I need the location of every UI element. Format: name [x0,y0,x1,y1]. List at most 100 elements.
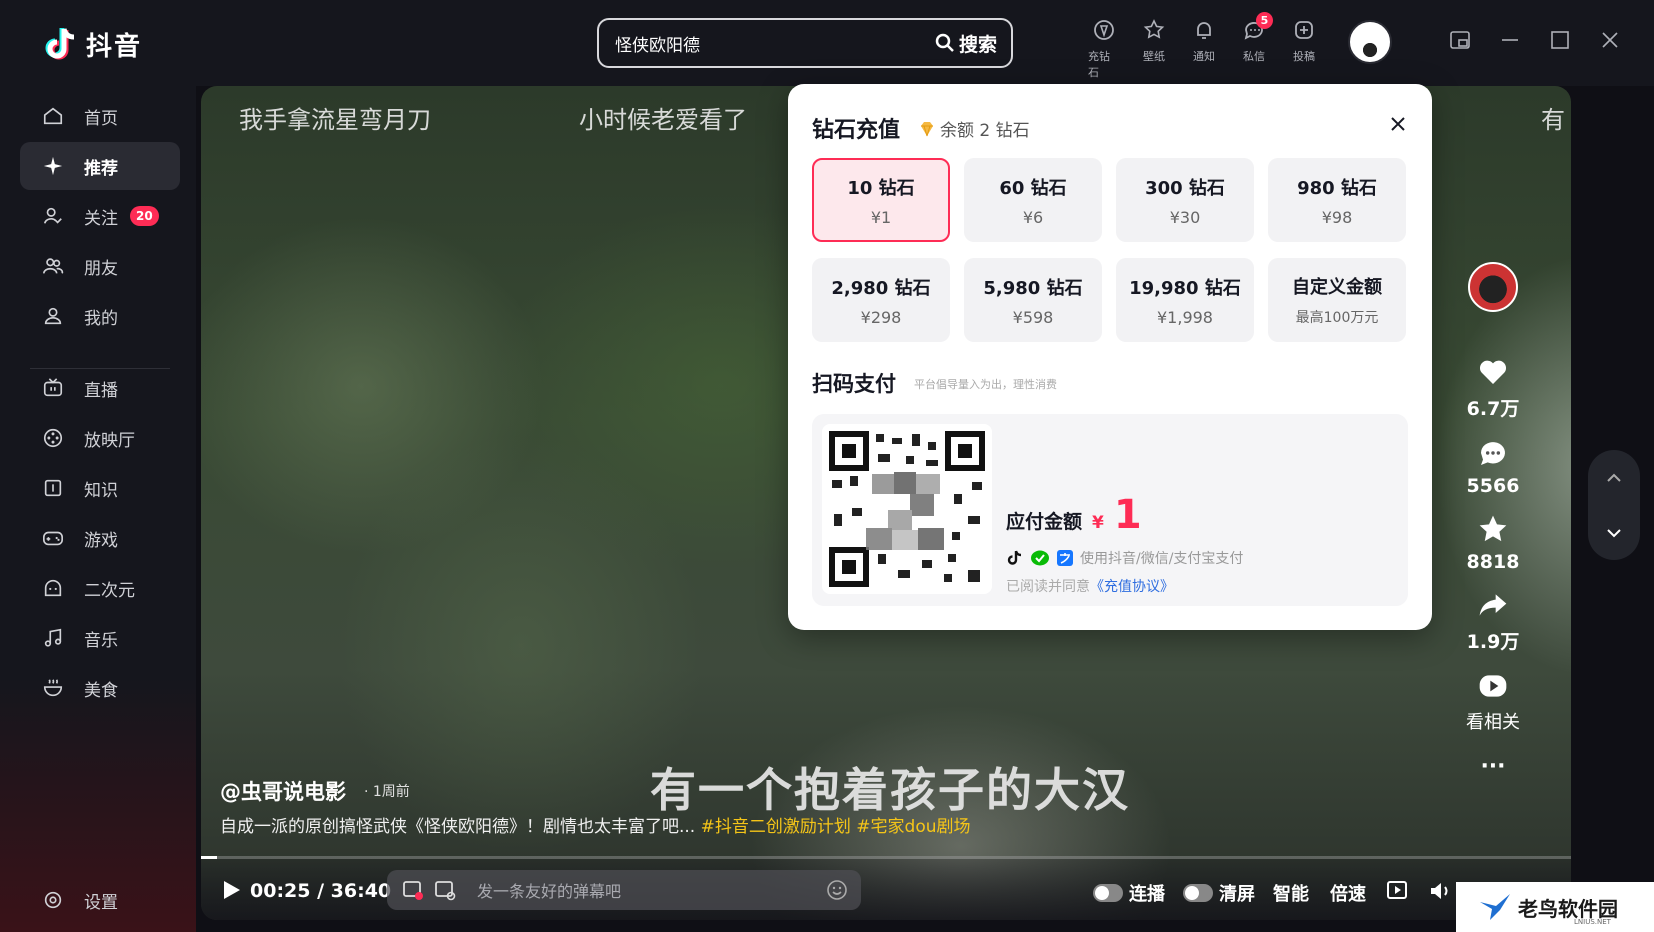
sidebar-item-label: 我的 [84,308,118,329]
autoplay-toggle[interactable]: 连播 [1093,880,1165,906]
mini-mode-icon[interactable] [1448,28,1472,52]
package-price: ¥98 [1321,207,1353,227]
close-window-icon[interactable] [1598,28,1622,52]
speed-button[interactable]: 倍速 [1330,880,1366,906]
wallpaper-button[interactable]: 壁纸 [1138,18,1170,80]
notification-button[interactable]: 通知 [1188,18,1220,80]
sidebar-item-music[interactable]: 音乐 [20,614,180,662]
balance: 余额 2 钻石 [918,116,1030,141]
friends-icon [43,258,64,274]
maximize-icon[interactable] [1548,28,1572,52]
related-button[interactable]: 看相关 [1466,670,1520,734]
sidebar-item-live[interactable]: 直播 [20,364,180,412]
window-controls [1448,28,1622,52]
hashtag-link[interactable]: #宅家dou剧场 [856,817,970,837]
share-button[interactable]: 1.9万 [1467,589,1519,654]
douyin-pay-icon [1007,550,1022,565]
progress-fill [201,856,217,859]
gear-icon [44,891,62,909]
diamond-gem-icon [921,121,933,136]
upload-button[interactable]: 投稿 [1288,18,1320,80]
diamond-package[interactable]: 5,980 钻石 ¥598 [964,258,1102,342]
author-avatar[interactable] [1468,262,1518,312]
danmu-settings-icon[interactable] [433,878,457,902]
favorite-count: 8818 [1466,551,1520,573]
top-icon-label: 私信 [1243,50,1265,63]
sidebar-item-anime[interactable]: 二次元 [20,564,180,612]
sidebar-item-label: 二次元 [84,580,135,601]
package-price: ¥1 [870,207,892,227]
close-icon[interactable] [1388,114,1408,134]
hashtag-link[interactable]: #抖音二创激励计划 [701,817,851,837]
danmu-comment: 我手拿流星弯月刀 [239,106,431,134]
package-amount: 2,980 钻石 [831,277,931,299]
scan-pay-note: 平台倡导量入为出，理性消费 [914,378,1057,391]
sidebar-item-label: 关注 [84,208,118,229]
recharge-diamond-button[interactable]: 充钻石 [1088,18,1120,80]
chevron-up-icon[interactable] [1604,468,1624,488]
pay-label-text: 应付金额 [1006,511,1083,533]
custom-amount-package[interactable]: 自定义金额 最高100万元 [1268,258,1406,342]
diamond-package[interactable]: 2,980 钻石 ¥298 [812,258,950,342]
user-avatar[interactable] [1348,20,1392,64]
sidebar-item-games[interactable]: 游戏 [20,514,180,562]
favorite-button[interactable]: 8818 [1466,513,1520,573]
sidebar-item-home[interactable]: 首页 [20,92,180,140]
settings-button[interactable]: 设置 [20,878,180,922]
smart-button[interactable]: 智能 [1273,880,1309,906]
currency-symbol: ¥ [1092,513,1104,533]
diamond-package[interactable]: 300 钻石 ¥30 [1116,158,1254,242]
alipay-icon [1057,550,1073,566]
danmu-comment: 有 [1541,106,1565,134]
package-amount: 980 钻石 [1297,177,1377,199]
anime-icon [44,579,62,597]
top-bar: 抖音 搜索 充钻石 壁纸 通知 5 私信 投稿 [0,0,1654,86]
diamond-package[interactable]: 10 钻石 ¥1 [812,158,950,242]
progress-bar[interactable] [201,856,1571,859]
more-button[interactable]: ··· [1480,754,1505,779]
clear-screen-toggle[interactable]: 清屏 [1183,880,1255,906]
like-button[interactable]: 6.7万 [1467,356,1519,421]
payable-amount: 应付金额 ¥ 1 [1006,492,1142,538]
duration: 36:40 [330,880,392,902]
payment-card: 应付金额 ¥ 1 使用抖音/微信/支付宝支付 已阅读并同意《充值协议》 [812,414,1408,606]
emoji-icon[interactable] [825,878,849,902]
diamond-package[interactable]: 980 钻石 ¥98 [1268,158,1406,242]
diamond-package[interactable]: 60 钻石 ¥6 [964,158,1102,242]
chevron-down-icon[interactable] [1604,523,1624,543]
message-button[interactable]: 5 私信 [1238,12,1273,80]
volume-button[interactable] [1428,880,1452,902]
book-icon [44,479,62,497]
sidebar-item-recommend[interactable]: 推荐 [20,142,180,190]
clear-screen-label: 清屏 [1219,884,1255,905]
scan-pay-title: 扫码支付 [812,372,896,396]
play-button[interactable] [220,879,242,905]
search-icon [935,33,954,52]
sidebar-item-knowledge[interactable]: 知识 [20,464,180,512]
sidebar-item-follow[interactable]: 关注 20 [20,192,180,240]
douyin-logo[interactable]: 抖音 [44,26,142,63]
danmu-input-box[interactable]: 发一条友好的弹幕吧 [387,870,861,910]
follow-badge: 20 [130,206,159,226]
star-icon [1479,515,1507,542]
share-icon [1479,594,1507,616]
balance-text: 余额 2 钻石 [940,121,1030,141]
sidebar-item-friends[interactable]: 朋友 [20,242,180,290]
comment-button[interactable]: 5566 [1467,437,1519,497]
diamond-package[interactable]: 19,980 钻石 ¥1,998 [1116,258,1254,342]
recharge-agreement-link[interactable]: 《充值协议》 [1090,579,1174,595]
search-input[interactable] [599,20,935,66]
author-name[interactable]: @虫哥说电影 [220,776,346,806]
sidebar-item-cinema[interactable]: 放映厅 [20,414,180,462]
follow-icon [43,207,62,224]
sidebar-item-me[interactable]: 我的 [20,292,180,340]
picture-in-picture-button[interactable] [1386,880,1410,902]
search-button[interactable]: 搜索 [935,30,1011,57]
modal-title: 钻石充值 [812,118,901,143]
cinema-icon [43,428,63,448]
minimize-icon[interactable] [1498,28,1522,52]
danmu-toggle-icon[interactable] [401,878,425,902]
wallpaper-icon [1143,19,1165,39]
video-subtitle: 有一个抱着孩子的大汉 [650,763,1130,817]
sidebar-item-food[interactable]: 美食 [20,664,180,712]
